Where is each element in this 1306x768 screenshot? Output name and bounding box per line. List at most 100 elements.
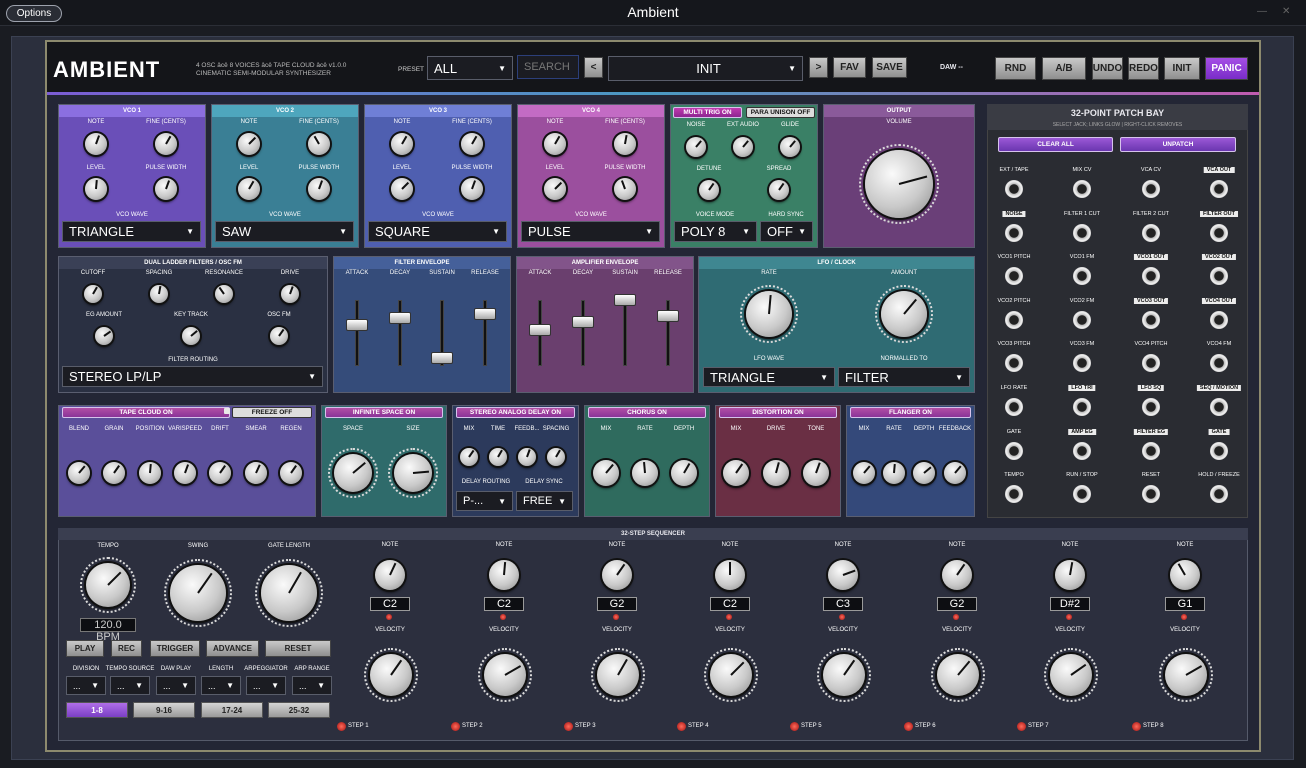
- patch-jack-0-3[interactable]: [1210, 180, 1228, 198]
- freeze-button[interactable]: FREEZE OFF: [232, 407, 312, 418]
- noise-knob[interactable]: [686, 137, 706, 157]
- step2-led[interactable]: [451, 722, 460, 731]
- tape-cloud-knob-5[interactable]: [245, 462, 267, 484]
- tape-cloud-toggle-button[interactable]: TAPE CLOUD ON: [62, 407, 230, 418]
- step6-note-knob[interactable]: [942, 560, 972, 590]
- distortion-toggle-button[interactable]: DISTORTION ON: [719, 407, 837, 418]
- play-button[interactable]: PLAY: [66, 640, 104, 657]
- step5-velocity-knob[interactable]: [823, 654, 865, 696]
- patch-jack-5-0[interactable]: [1005, 398, 1023, 416]
- delay-knob-0[interactable]: [460, 448, 478, 466]
- delay-toggle-button[interactable]: STEREO ANALOG DELAY ON: [456, 407, 575, 418]
- step1-led[interactable]: [337, 722, 346, 731]
- vco1-level-knob[interactable]: [85, 178, 107, 200]
- patch-jack-1-1[interactable]: [1073, 223, 1091, 242]
- filter-envelope-a-fader[interactable]: [346, 319, 368, 331]
- patch-jack-6-3[interactable]: [1210, 441, 1228, 460]
- vco4-wave-select[interactable]: PULSE ▼: [521, 221, 660, 242]
- infinite-space-knob-1[interactable]: [394, 454, 432, 492]
- search-input[interactable]: SEARCH: [517, 55, 579, 79]
- chorus-knob-2[interactable]: [671, 460, 697, 486]
- step7-led[interactable]: [1017, 722, 1026, 731]
- patch-jack-0-2[interactable]: [1142, 180, 1160, 198]
- step4-led[interactable]: [677, 722, 686, 731]
- seq-option-select-2[interactable]: ... ▼: [156, 676, 196, 695]
- tape-cloud-knob-6[interactable]: [280, 462, 302, 484]
- step7-velocity-knob[interactable]: [1050, 654, 1092, 696]
- patch-jack-6-0[interactable]: [1005, 441, 1023, 460]
- patch-select[interactable]: INIT ▼: [608, 56, 803, 81]
- step1-note-knob[interactable]: [375, 560, 405, 590]
- swing-knob[interactable]: [170, 565, 226, 621]
- fav-button[interactable]: FAV: [833, 57, 866, 78]
- vco2-note-knob[interactable]: [238, 133, 260, 155]
- delay-sync-select[interactable]: FREE ▼: [516, 491, 573, 511]
- vco3-level-knob[interactable]: [391, 178, 413, 200]
- step5-note-knob[interactable]: [828, 560, 858, 590]
- step4-note-knob[interactable]: [715, 560, 745, 590]
- vco4-fine-knob[interactable]: [614, 133, 636, 155]
- step2-velocity-knob[interactable]: [484, 654, 526, 696]
- amp-envelope-s-fader[interactable]: [614, 294, 636, 306]
- chorus-knob-0[interactable]: [593, 460, 619, 486]
- flanger-knob-2[interactable]: [913, 462, 935, 484]
- vco1-note-knob[interactable]: [85, 133, 107, 155]
- hard-sync-select[interactable]: OFF ▼: [760, 221, 813, 242]
- para-unison-button[interactable]: PARA UNISON OFF: [746, 107, 815, 118]
- vco1-fine-knob[interactable]: [155, 133, 177, 155]
- page-tab-0[interactable]: 1-8: [66, 702, 128, 718]
- vco1-wave-select[interactable]: TRIANGLE ▼: [62, 221, 201, 242]
- seq-option-select-1[interactable]: ... ▼: [110, 676, 150, 695]
- preset-category-select[interactable]: ALL ▼: [427, 56, 513, 80]
- step7-note-knob[interactable]: [1055, 560, 1085, 590]
- distortion-knob-2[interactable]: [803, 460, 829, 486]
- seq-option-select-0[interactable]: ... ▼: [66, 676, 106, 695]
- tempo-knob[interactable]: [86, 563, 130, 607]
- flanger-toggle-button[interactable]: FLANGER ON: [850, 407, 971, 418]
- vco3-wave-select[interactable]: SQUARE ▼: [368, 221, 507, 242]
- flanger-knob-0[interactable]: [853, 462, 875, 484]
- infinite-space-knob-0[interactable]: [334, 454, 372, 492]
- step2-note-knob[interactable]: [489, 560, 519, 590]
- delay-knob-1[interactable]: [489, 448, 507, 466]
- patch-jack-0-0[interactable]: [1005, 180, 1023, 198]
- patch-jack-3-0[interactable]: [1005, 310, 1023, 329]
- step3-note-knob[interactable]: [602, 560, 632, 590]
- drive-knob[interactable]: [281, 285, 299, 303]
- amp-envelope-a-fader[interactable]: [529, 324, 551, 336]
- step3-led[interactable]: [564, 722, 573, 731]
- vco2-wave-select[interactable]: SAW ▼: [215, 221, 354, 242]
- spacing-knob[interactable]: [150, 285, 168, 303]
- key-track-knob[interactable]: [182, 327, 200, 345]
- close-icon[interactable]: ✕: [1282, 6, 1290, 17]
- filter-envelope-r-fader[interactable]: [474, 308, 496, 320]
- step6-velocity-knob[interactable]: [937, 654, 979, 696]
- vco4-note-knob[interactable]: [544, 133, 566, 155]
- patch-jack-3-3[interactable]: [1210, 310, 1228, 329]
- spread-knob[interactable]: [769, 180, 789, 200]
- distortion-knob-0[interactable]: [723, 460, 749, 486]
- patch-jack-3-2[interactable]: [1142, 310, 1160, 329]
- infinite-space-toggle-button[interactable]: INFINITE SPACE ON: [325, 407, 443, 418]
- cutoff-knob[interactable]: [84, 285, 102, 303]
- lfo-rate-knob[interactable]: [746, 291, 792, 337]
- vco2-pw-knob[interactable]: [308, 178, 330, 200]
- amp-envelope-d-fader[interactable]: [572, 316, 594, 328]
- rec-button[interactable]: REC: [111, 640, 142, 657]
- filter-envelope-d-fader[interactable]: [389, 312, 411, 324]
- seq-option-select-4[interactable]: ... ▼: [246, 676, 286, 695]
- step8-note-knob[interactable]: [1170, 560, 1200, 590]
- gate-length-knob[interactable]: [261, 565, 317, 621]
- patch-jack-5-2[interactable]: [1142, 398, 1160, 416]
- step1-velocity-knob[interactable]: [370, 654, 412, 696]
- filter-routing-select[interactable]: STEREO LP/LP ▼: [62, 366, 323, 387]
- chorus-toggle-button[interactable]: CHORUS ON: [588, 407, 706, 418]
- patch-jack-5-1[interactable]: [1073, 398, 1091, 416]
- step5-led[interactable]: [790, 722, 799, 731]
- tape-cloud-knob-2[interactable]: [139, 462, 161, 484]
- tape-cloud-knob-0[interactable]: [68, 462, 90, 484]
- step6-led[interactable]: [904, 722, 913, 731]
- init-button[interactable]: INIT: [1164, 57, 1200, 80]
- undo-button[interactable]: UNDO: [1092, 57, 1123, 80]
- vco3-note-knob[interactable]: [391, 133, 413, 155]
